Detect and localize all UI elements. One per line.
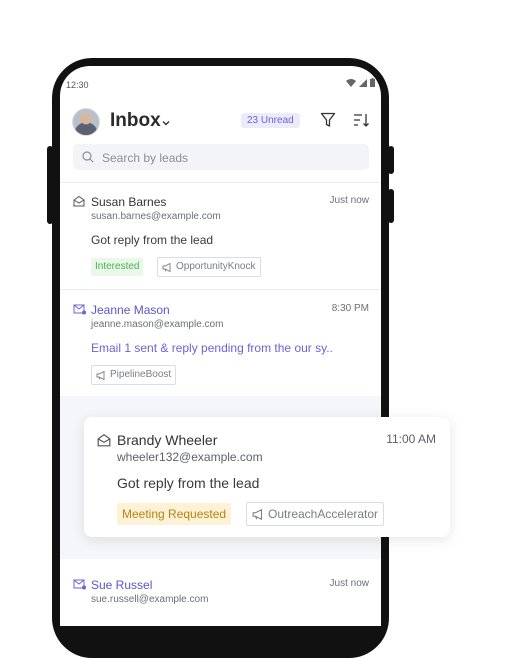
search-input[interactable] xyxy=(100,144,364,172)
mail-unread-icon xyxy=(73,579,86,590)
campaign-tag-label: OpportunityKnock xyxy=(176,261,256,272)
list-item[interactable]: Jeanne Mason jeanne.mason@example.com 8:… xyxy=(60,291,381,395)
lead-email: sue.russell@example.com xyxy=(91,594,209,605)
lead-email: susan.barnes@example.com xyxy=(91,211,221,222)
highlighted-lead-card[interactable]: Brandy Wheeler wheeler132@example.com 11… xyxy=(84,417,450,537)
lead-name: Susan Barnes xyxy=(91,195,167,209)
chevron-down-icon[interactable] xyxy=(161,118,171,128)
lead-time: Just now xyxy=(329,578,369,589)
lead-time: 11:00 AM xyxy=(386,432,436,446)
battery-icon xyxy=(370,78,375,87)
megaphone-icon xyxy=(162,262,171,272)
status-icons xyxy=(346,78,375,87)
divider xyxy=(60,289,381,290)
status-time: 12:30 xyxy=(66,80,89,90)
status-tag: Meeting Requested xyxy=(117,503,232,525)
wifi-icon xyxy=(346,78,356,87)
inbox-header: Inbox 23 Unread xyxy=(60,106,381,142)
lead-name: Brandy Wheeler xyxy=(117,432,218,448)
megaphone-icon xyxy=(252,508,262,520)
lead-time: Just now xyxy=(329,195,369,206)
phone-side-button-right-1 xyxy=(388,146,394,174)
lead-message: Got reply from the lead xyxy=(91,233,214,247)
avatar[interactable] xyxy=(72,108,100,136)
search-icon xyxy=(82,151,94,163)
lead-email: wheeler132@example.com xyxy=(117,450,263,464)
filter-icon[interactable] xyxy=(320,112,336,128)
status-tag: Interested xyxy=(91,258,144,276)
phone-side-button-right-2 xyxy=(388,189,394,223)
lead-email: jeanne.mason@example.com xyxy=(91,319,224,330)
list-item[interactable]: Susan Barnes susan.barnes@example.com Ju… xyxy=(60,183,381,289)
lead-time: 8:30 PM xyxy=(331,303,369,314)
mail-open-icon xyxy=(97,434,111,447)
search-bar[interactable] xyxy=(73,144,369,172)
mail-unread-icon xyxy=(73,304,86,315)
megaphone-icon xyxy=(96,370,105,380)
page-title[interactable]: Inbox xyxy=(110,110,161,132)
lead-name: Jeanne Mason xyxy=(91,303,170,317)
lead-message: Email 1 sent & reply pending from the ou… xyxy=(91,341,333,355)
campaign-tag-label: OutreachAccelerator xyxy=(268,507,379,521)
signal-icon xyxy=(359,78,367,87)
phone-screen: 12:30 Inbox 23 Unread Susan Barnes susan… xyxy=(60,66,381,626)
campaign-tag: PipelineBoost xyxy=(91,365,177,385)
phone-side-button xyxy=(47,146,53,224)
lead-message: Got reply from the lead xyxy=(117,475,260,491)
list-item[interactable]: Sue Russel sue.russell@example.com Just … xyxy=(60,566,381,626)
campaign-tag-label: PipelineBoost xyxy=(110,369,172,380)
mail-open-icon xyxy=(73,195,85,207)
sort-icon[interactable] xyxy=(353,112,371,128)
unread-badge: 23 Unread xyxy=(241,113,300,128)
campaign-tag: OutreachAccelerator xyxy=(246,502,385,526)
lead-name: Sue Russel xyxy=(91,578,153,592)
campaign-tag: OpportunityKnock xyxy=(157,257,261,277)
